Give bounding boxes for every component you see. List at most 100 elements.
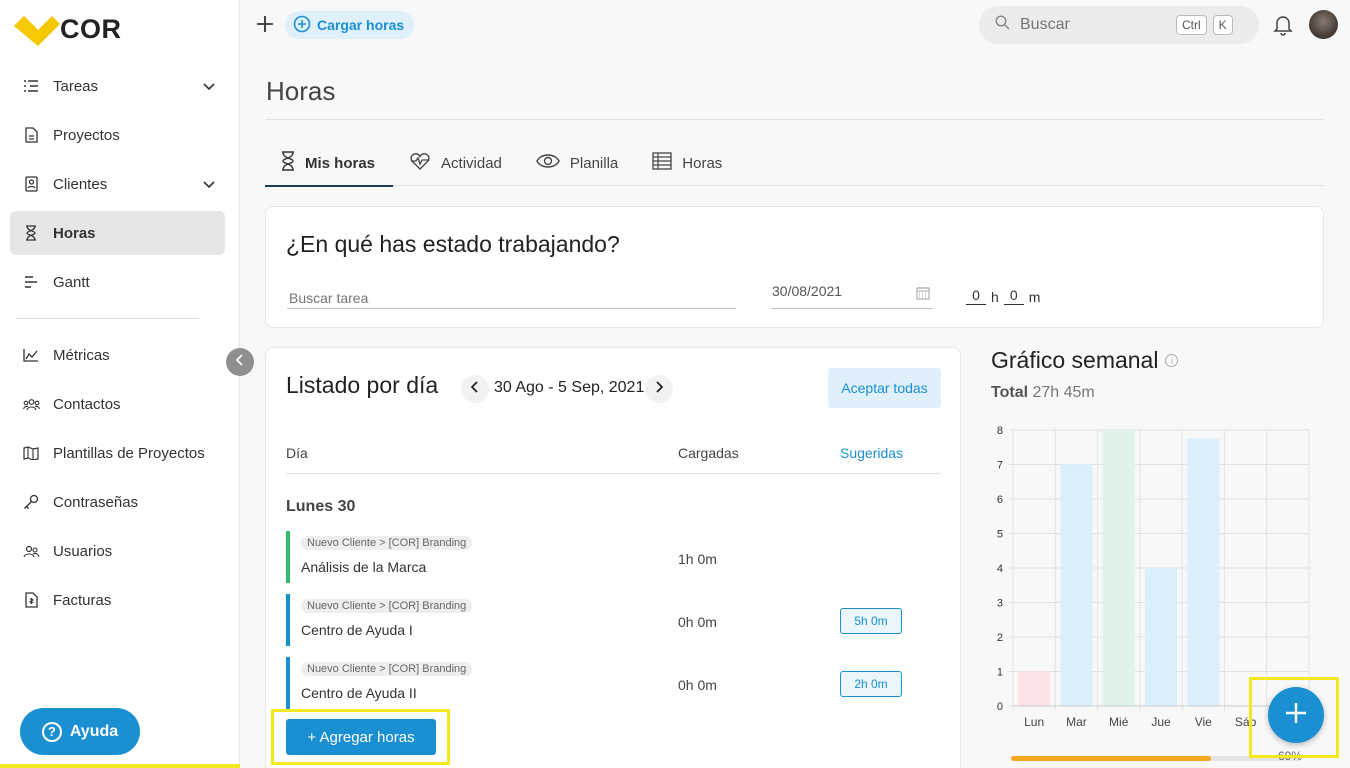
tab-planilla[interactable]: Planilla — [520, 140, 636, 186]
x-tick-label: Mié — [1109, 715, 1129, 729]
task-loaded-hours: 0h 0m — [678, 677, 717, 693]
tab-actividad[interactable]: Actividad — [393, 140, 520, 186]
tab-mis-horas[interactable]: Mis horas — [265, 140, 394, 187]
document-icon — [22, 126, 40, 144]
sidebar-item-clientes[interactable]: Clientes — [10, 162, 225, 206]
sidebar-item-label: Clientes — [53, 175, 108, 193]
sidebar-item-label: Contraseñas — [53, 493, 139, 511]
chart-bar — [1018, 671, 1051, 706]
calendar-icon[interactable] — [916, 286, 930, 303]
task-breadcrumb: Nuevo Cliente > [COR] Branding — [301, 536, 473, 550]
help-button[interactable]: ? Ayuda — [20, 708, 140, 755]
cargar-horas-button[interactable]: Cargar horas — [285, 11, 415, 39]
invoice-icon — [22, 591, 40, 609]
chevron-down-icon[interactable] — [203, 78, 215, 95]
sidebar-item-contactos[interactable]: Contactos — [10, 382, 225, 426]
sidebar-item-horas[interactable]: Horas — [10, 211, 225, 255]
kbd-k: K — [1212, 15, 1233, 35]
search-icon — [995, 15, 1010, 35]
x-tick-label: Jue — [1151, 715, 1171, 729]
weekly-progress-percent: 69% — [1278, 749, 1303, 763]
task-name: Centro de Ayuda II — [301, 685, 417, 701]
column-header-suggested[interactable]: Sugeridas — [840, 445, 903, 461]
task-search-input[interactable] — [287, 287, 736, 309]
tab-label: Planilla — [569, 154, 619, 172]
sidebar-item-gantt[interactable]: Gantt — [10, 260, 225, 304]
sidebar-item-facturas[interactable]: Facturas — [10, 578, 225, 622]
y-tick-label: 0 — [997, 701, 1003, 713]
chevron-left-icon — [470, 380, 479, 398]
tab-horas[interactable]: Horas — [636, 140, 740, 186]
info-icon[interactable]: i — [1165, 354, 1179, 367]
y-tick-label: 7 — [997, 460, 1003, 472]
cargar-horas-label: Cargar horas — [317, 17, 405, 33]
suggested-hours-button[interactable]: 5h 0m — [840, 608, 902, 634]
chart-bar — [1060, 464, 1093, 706]
collapse-sidebar-button[interactable] — [226, 348, 254, 376]
avatar[interactable] — [1309, 10, 1338, 39]
task-loaded-hours: 0h 0m — [678, 614, 717, 630]
chart-bar — [1144, 568, 1178, 706]
minutes-unit: m — [1028, 289, 1041, 305]
x-tick-label: Sáb — [1235, 715, 1257, 729]
weekly-chart-title-text: Gráfico semanal — [991, 347, 1159, 373]
task-breadcrumb: Nuevo Cliente > [COR] Branding — [301, 599, 473, 613]
chevron-left-icon — [235, 353, 244, 371]
cor-logo[interactable]: COR — [14, 12, 122, 46]
table-icon — [652, 152, 672, 174]
list-title: Listado por día — [286, 372, 439, 398]
search-box[interactable]: Ctrl K — [979, 6, 1259, 44]
sidebar-item-usuarios[interactable]: Usuarios — [10, 529, 225, 573]
next-week-button[interactable] — [645, 375, 673, 403]
weekly-progress-fill — [1011, 756, 1212, 761]
weekly-bar-chart: 0 1 2 3 4 5 6 7 8 Lun Mar Mié Jue Vie Sáb — [997, 425, 1310, 729]
hours-unit: h — [991, 289, 999, 305]
sidebar-item-label: Usuarios — [53, 542, 113, 560]
bell-icon[interactable] — [1273, 14, 1293, 41]
map-template-icon — [22, 444, 40, 462]
daily-list-card: Listado por día 30 Ago - 5 Sep, 2021 Ace… — [265, 347, 961, 768]
day-label: Lunes 30 — [286, 498, 356, 515]
tab-bar: Mis horas Actividad Planilla Horas — [265, 140, 1324, 187]
sidebar-item-label: Plantillas de Proyectos — [53, 444, 205, 462]
time-entry-card: ¿En qué has estado trabajando? 30/08/202… — [265, 206, 1324, 328]
task-row[interactable]: Nuevo Cliente > [COR] Branding Centro de… — [286, 657, 941, 709]
suggested-hours-button[interactable]: 2h 0m — [840, 671, 902, 697]
sidebar-item-label: Tareas — [53, 77, 99, 95]
sidebar-item-metricas[interactable]: Métricas — [10, 333, 225, 377]
sidebar-item-proyectos[interactable]: Proyectos — [10, 113, 225, 157]
sidebar-item-plantillas[interactable]: Plantillas de Proyectos — [10, 431, 225, 475]
sidebar: COR Tareas Proyectos Clientes Horas Gant… — [0, 0, 240, 768]
cor-logo-mark-icon — [14, 12, 60, 46]
sidebar-item-tareas[interactable]: Tareas — [10, 64, 225, 108]
week-range: 30 Ago - 5 Sep, 2021 — [494, 379, 645, 396]
row-color-bar — [286, 531, 290, 583]
minutes-input[interactable]: 0 — [1003, 287, 1024, 305]
task-row[interactable]: Nuevo Cliente > [COR] Branding Centro de… — [286, 594, 941, 646]
date-field[interactable]: 30/08/2021 — [772, 283, 932, 309]
sidebar-item-label: Proyectos — [53, 126, 120, 144]
add-hours-button[interactable]: + Agregar horas — [286, 719, 436, 755]
prev-week-button[interactable] — [461, 375, 489, 403]
floating-add-button[interactable] — [1268, 687, 1324, 743]
weekly-total: Total 27h 45m — [991, 384, 1095, 402]
column-header-day: Día — [286, 445, 308, 461]
plus-icon[interactable] — [255, 14, 275, 34]
hourglass-icon — [22, 224, 40, 242]
y-tick-label: 2 — [997, 632, 1003, 644]
search-input[interactable] — [1020, 16, 1170, 34]
accept-all-button[interactable]: Aceptar todas — [828, 368, 941, 408]
chevron-down-icon[interactable] — [203, 176, 215, 193]
entry-question: ¿En qué has estado trabajando? — [286, 231, 620, 257]
task-row[interactable]: Nuevo Cliente > [COR] Branding Análisis … — [286, 531, 941, 583]
sidebar-item-contrasenas[interactable]: Contraseñas — [10, 480, 225, 524]
x-tick-label: Lun — [1024, 715, 1044, 729]
chart-bar — [1102, 430, 1135, 706]
y-tick-label: 4 — [997, 563, 1003, 575]
hours-input[interactable]: 0 — [966, 287, 986, 305]
tab-label: Horas — [682, 154, 723, 172]
sidebar-nav: Tareas Proyectos Clientes Horas Gantt Mé… — [10, 64, 225, 627]
row-color-bar — [286, 594, 290, 646]
sidebar-divider — [16, 318, 199, 319]
help-question-icon: ? — [41, 721, 62, 742]
